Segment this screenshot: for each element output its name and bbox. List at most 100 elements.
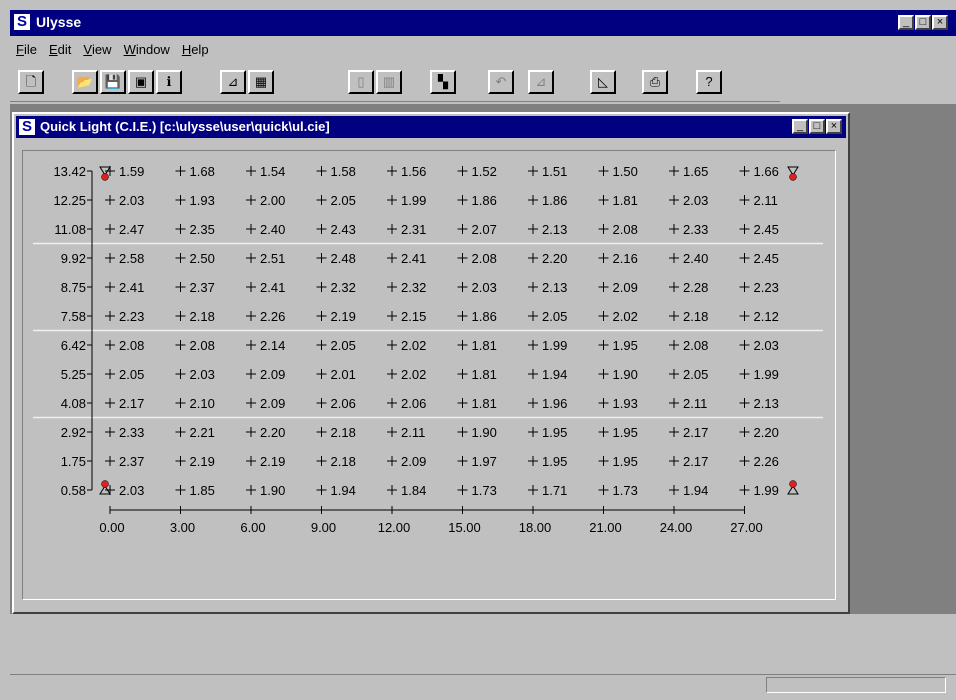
grid-value-label: 1.94 <box>331 483 356 498</box>
grid-value-label: 1.59 <box>119 164 144 179</box>
quick-light-window[interactable]: S Quick Light (C.I.E.) [c:\ulysse\user\q… <box>12 112 850 614</box>
app-titlebar[interactable]: S Ulysse _ □ × <box>10 10 956 36</box>
grid-value-label: 2.05 <box>119 367 144 382</box>
grid-value-label: 2.03 <box>119 483 144 498</box>
grid-value-label: 2.20 <box>754 425 779 440</box>
grid-value-label: 1.93 <box>190 193 215 208</box>
grid-value-label: 1.99 <box>542 338 567 353</box>
y-tick-label: 4.08 <box>61 396 86 411</box>
grid-value-label: 2.05 <box>683 367 708 382</box>
grid-value-label: 2.18 <box>683 309 708 324</box>
grid-value-label: 1.81 <box>472 367 497 382</box>
grid-value-label: 2.02 <box>401 338 426 353</box>
chart-icon[interactable]: ⊿ <box>220 70 246 94</box>
new-document-icon[interactable]: 🗋 <box>18 70 44 94</box>
columns-icon[interactable]: ▥ <box>376 70 402 94</box>
grid-value-label: 2.11 <box>683 396 707 411</box>
y-tick-label: 9.92 <box>61 251 86 266</box>
grid-value-label: 2.26 <box>754 454 779 469</box>
grid-value-label: 1.95 <box>613 425 638 440</box>
luminaire-bottom-left-lamp <box>101 480 109 488</box>
close-button[interactable]: × <box>932 15 948 30</box>
grid-value-label: 2.32 <box>401 280 426 295</box>
grid-value-label: 2.17 <box>683 425 708 440</box>
y-tick-label: 6.42 <box>61 338 86 353</box>
grid-value-label: 1.54 <box>260 164 285 179</box>
window-s-icon[interactable]: S <box>19 119 35 135</box>
grid-value-label: 2.17 <box>683 454 708 469</box>
grid-value-label: 2.32 <box>331 280 356 295</box>
child-maximize-button[interactable]: □ <box>809 119 825 134</box>
grid-value-label: 1.94 <box>542 367 567 382</box>
grid-value-label: 2.50 <box>190 251 215 266</box>
grid-value-label: 1.66 <box>754 164 779 179</box>
grid-value-label: 2.06 <box>331 396 356 411</box>
luminaire-bottom-right-lamp <box>789 480 797 488</box>
grid-value-label: 2.35 <box>190 222 215 237</box>
grid-value-label: 2.40 <box>260 222 285 237</box>
grid-value-label: 1.73 <box>472 483 497 498</box>
grid-value-label: 1.86 <box>542 193 567 208</box>
grid-value-label: 1.73 <box>613 483 638 498</box>
grid-value-label: 2.18 <box>190 309 215 324</box>
grid-value-label: 2.05 <box>542 309 567 324</box>
page-icon[interactable]: ▯ <box>348 70 374 94</box>
y-tick-label: 7.58 <box>61 309 86 324</box>
grid-value-label: 2.09 <box>260 396 285 411</box>
save-as-icon[interactable]: ▣ <box>128 70 154 94</box>
status-bar <box>10 674 956 696</box>
grid-value-label: 2.20 <box>260 425 285 440</box>
grid-value-label: 1.68 <box>190 164 215 179</box>
grid-value-label: 2.03 <box>190 367 215 382</box>
open-folder-icon[interactable]: 📂 <box>72 70 98 94</box>
menu-help[interactable]: Help <box>182 36 209 57</box>
grid-value-label: 1.94 <box>683 483 708 498</box>
help-icon[interactable]: ? <box>696 70 722 94</box>
grid-value-label: 2.08 <box>613 222 638 237</box>
grid-value-label: 2.14 <box>260 338 285 353</box>
minimize-button[interactable]: _ <box>898 15 914 30</box>
grid-value-label: 2.11 <box>754 193 778 208</box>
grid-value-label: 2.21 <box>190 425 215 440</box>
luminaire-top-left-lamp <box>101 173 109 181</box>
info-icon[interactable]: ℹ <box>156 70 182 94</box>
grid-value-label: 2.51 <box>260 251 285 266</box>
app-window-controls: _ □ × <box>898 15 948 30</box>
menu-file[interactable]: File <box>16 36 37 57</box>
grid-value-label: 2.13 <box>754 396 779 411</box>
measure-icon[interactable]: ◺ <box>590 70 616 94</box>
quick-light-titlebar[interactable]: S Quick Light (C.I.E.) [c:\ulysse\user\q… <box>16 116 846 138</box>
grid-value-label: 2.03 <box>119 193 144 208</box>
render-icon[interactable]: ▚ <box>430 70 456 94</box>
grid-value-label: 2.28 <box>683 280 708 295</box>
x-tick-label: 3.00 <box>170 520 195 535</box>
save-icon[interactable]: 💾 <box>100 70 126 94</box>
grid-value-label: 2.06 <box>401 396 426 411</box>
grid-value-label: 2.19 <box>260 454 285 469</box>
grid-value-label: 1.99 <box>401 193 426 208</box>
grid-value-label: 1.71 <box>542 483 567 498</box>
illuminance-grid: 13.42 12.25 11.08 9.92 8.75 7.58 6.42 5.25 4.08 2… <box>33 164 823 535</box>
grid-value-label: 1.81 <box>472 338 497 353</box>
grid-value-label: 2.15 <box>401 309 426 324</box>
y-tick-label: 8.75 <box>61 280 86 295</box>
menu-window[interactable]: Window <box>124 36 170 57</box>
undo-icon[interactable]: ↶ <box>488 70 514 94</box>
child-close-button[interactable]: × <box>826 119 842 134</box>
ulysse-app-icon[interactable]: S <box>14 14 30 30</box>
grid-value-label: 1.81 <box>613 193 638 208</box>
grid-value-label: 2.11 <box>401 425 425 440</box>
grid-value-label: 2.41 <box>260 280 285 295</box>
print-icon[interactable]: ⎙ <box>642 70 668 94</box>
maximize-button[interactable]: □ <box>915 15 931 30</box>
menu-edit[interactable]: Edit <box>49 36 71 57</box>
menu-view[interactable]: View <box>83 36 111 57</box>
y-tick-label: 1.75 <box>61 454 86 469</box>
grid-value-label: 2.13 <box>542 280 567 295</box>
graph-disabled-icon[interactable]: ⊿ <box>528 70 554 94</box>
child-minimize-button[interactable]: _ <box>792 119 808 134</box>
grid-value-label: 2.09 <box>613 280 638 295</box>
x-tick-label: 24.00 <box>660 520 693 535</box>
table-icon[interactable]: ▦ <box>248 70 274 94</box>
menu-bar: File Edit View Window Help <box>10 36 956 64</box>
